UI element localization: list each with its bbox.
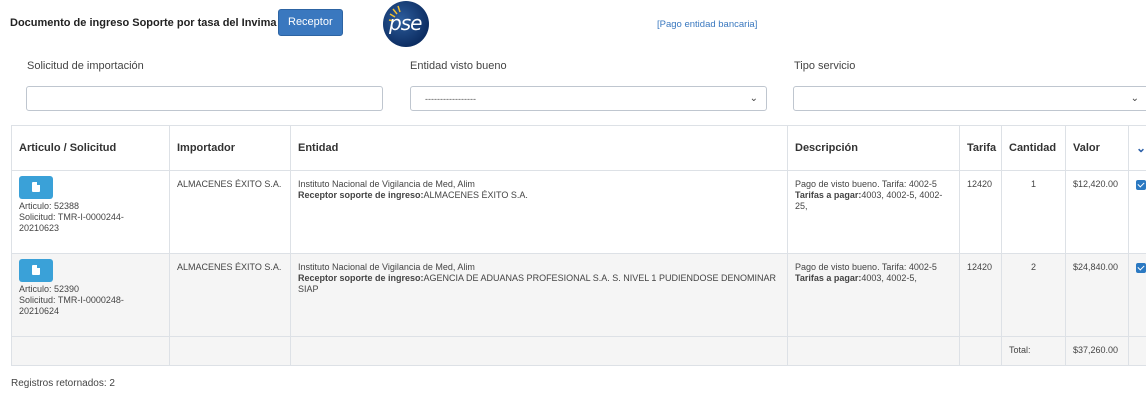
cantidad-cell: 1 (1001, 170, 1066, 254)
tipo-servicio-label: Tipo servicio (794, 60, 856, 72)
col-valor[interactable]: Valor (1065, 125, 1129, 171)
total-value: $37,260.00 (1065, 336, 1129, 366)
entidad-text: Instituto Nacional de Vigilancia de Med,… (298, 179, 475, 189)
solicitud-label: Solicitud de importación (27, 60, 144, 72)
top-bar: Documento de ingreso Soporte por tasa de… (10, 1, 1140, 47)
descripcion-text: Pago de visto bueno. Tarifa: 4002-5 (795, 262, 937, 272)
total-row: Total: $37,260.00 (11, 336, 1146, 366)
tarifa-cell: 12420 (959, 253, 1002, 337)
importador-cell: ALMACENES ÉXITO S.A. (169, 170, 291, 254)
receptor-label: Receptor soporte de ingreso: (298, 273, 424, 283)
col-tarifa[interactable]: Tarifa (959, 125, 1002, 171)
chevron-down-icon: ⌄ (749, 93, 758, 104)
row-checkbox[interactable] (1136, 263, 1146, 273)
pse-logo[interactable]: pse (383, 1, 429, 47)
receptor-value: ALMACENES ÉXITO S.A. (423, 190, 528, 200)
select-all-toggle[interactable]: ⌄ (1128, 125, 1146, 171)
col-entidad[interactable]: Entidad (290, 125, 788, 171)
entidad-select[interactable]: ----------------- ⌄ (410, 86, 767, 111)
descripcion-text: Pago de visto bueno. Tarifa: 4002-5 (795, 179, 937, 189)
col-importador[interactable]: Importador (169, 125, 291, 171)
valor-cell: $12,420.00 (1065, 170, 1129, 254)
view-document-button[interactable] (19, 176, 53, 199)
entidad-text: Instituto Nacional de Vigilancia de Med,… (298, 262, 475, 272)
receptor-button[interactable]: Receptor (278, 9, 343, 36)
row-checkbox[interactable] (1136, 180, 1146, 190)
tarifas-label: Tarifas a pagar: (795, 190, 862, 200)
table-row: Articulo: 52388 Solicitud: TMR-I-0000244… (11, 170, 1146, 254)
chevron-down-icon: ⌄ (1130, 93, 1139, 104)
tipo-servicio-select[interactable]: ⌄ (793, 86, 1146, 111)
col-cantidad[interactable]: Cantidad (1001, 125, 1066, 171)
pago-entidad-link[interactable]: [Pago entidad bancaria] (657, 19, 757, 30)
valor-cell: $24,840.00 (1065, 253, 1129, 337)
solicitud-text: Solicitud: TMR-I-0000244-20210623 (19, 212, 124, 233)
table-header-row: Articulo / Solicitud Importador Entidad … (11, 125, 1146, 171)
tarifa-cell: 12420 (959, 170, 1002, 254)
page-title: Documento de ingreso Soporte por tasa de… (10, 17, 277, 29)
solicitud-input[interactable] (26, 86, 383, 111)
receptor-label: Receptor soporte de ingreso: (298, 190, 424, 200)
view-document-button[interactable] (19, 259, 53, 282)
cantidad-cell: 2 (1001, 253, 1066, 337)
pse-logo-text: pse (389, 11, 422, 35)
col-articulo[interactable]: Articulo / Solicitud (11, 125, 170, 171)
results-table: Articulo / Solicitud Importador Entidad … (11, 125, 1146, 366)
document-icon (32, 182, 40, 192)
table-row: Articulo: 52390 Solicitud: TMR-I-0000248… (11, 253, 1146, 337)
entidad-selected-value: ----------------- (425, 94, 476, 104)
col-descripcion[interactable]: Descripción (787, 125, 960, 171)
entidad-label: Entidad visto bueno (410, 60, 507, 72)
document-icon (32, 265, 40, 275)
articulo-text: Articulo: 52388 (19, 201, 80, 211)
tarifas-label: Tarifas a pagar: (795, 273, 862, 283)
articulo-text: Articulo: 52390 (19, 284, 80, 294)
chevron-down-icon: ⌄ (1136, 141, 1146, 155)
total-label: Total: (1001, 336, 1066, 366)
registros-count: Registros retornados: 2 (11, 378, 115, 389)
solicitud-text: Solicitud: TMR-I-0000248-20210624 (19, 295, 124, 316)
tarifas-value: 4003, 4002-5, (861, 273, 917, 283)
importador-cell: ALMACENES ÉXITO S.A. (169, 253, 291, 337)
